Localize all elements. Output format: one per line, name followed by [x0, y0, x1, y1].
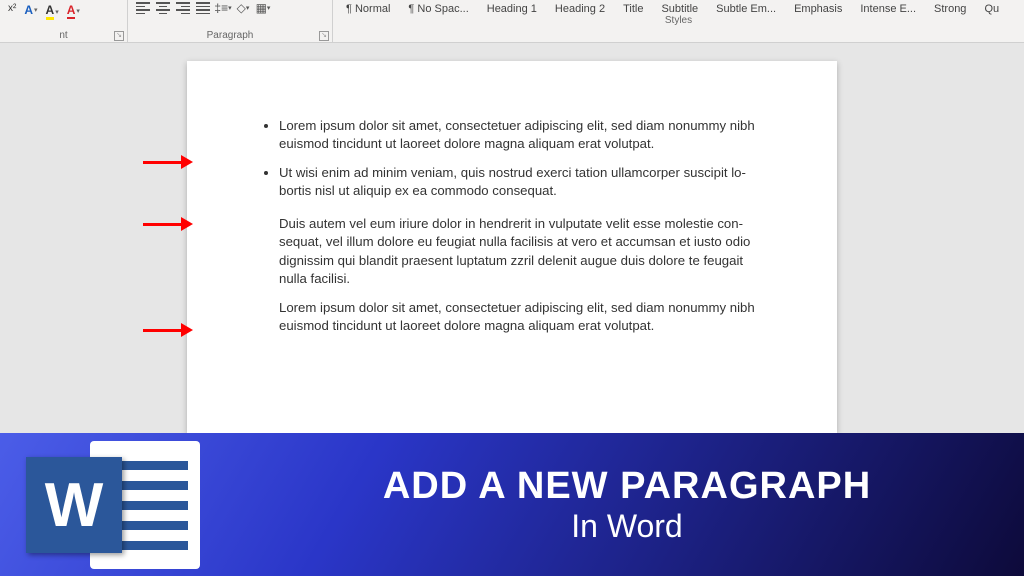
style-intense-emphasis[interactable]: Intense E... [851, 3, 925, 15]
style-no-spacing[interactable]: ¶ No Spac... [399, 3, 477, 15]
style-subtle-emphasis[interactable]: Subtle Em... [707, 3, 785, 15]
banner-title: ADD A NEW PARAGRAPH [230, 465, 1024, 508]
annotation-arrow-icon [143, 323, 193, 337]
ribbon-group-paragraph: ‡≡▾ ◇▾ ▦▾ Paragraph ↘ [128, 0, 333, 43]
styles-group-label: Styles [333, 15, 1024, 28]
banner-text: ADD A NEW PARAGRAPH In Word [230, 465, 1024, 545]
bulleted-list: Lorem ipsum dolor sit amet, consectetuer… [257, 117, 767, 201]
align-left-button[interactable] [134, 0, 152, 16]
font-color-button[interactable]: A▾ [65, 2, 82, 20]
line-spacing-button[interactable]: ‡≡▾ [214, 0, 232, 16]
page[interactable]: Lorem ipsum dolor sit amet, consectetuer… [187, 61, 837, 433]
font-group-label: nt ↘ [0, 30, 127, 43]
style-emphasis[interactable]: Emphasis [785, 3, 851, 15]
paragraph-text[interactable]: Lorem ipsum dolor sit amet, consectetuer… [279, 299, 767, 336]
align-center-button[interactable] [154, 0, 172, 16]
style-title[interactable]: Title [614, 3, 652, 15]
word-logo-icon: W [0, 433, 230, 576]
paragraph-text[interactable]: Duis autem vel eum iriure dolor in hendr… [279, 215, 767, 289]
style-quote[interactable]: Qu [975, 3, 1008, 15]
highlight-button[interactable]: A▾ [44, 2, 61, 21]
align-right-button[interactable] [174, 0, 192, 16]
ribbon-group-styles: ¶ Normal ¶ No Spac... Heading 1 Heading … [333, 0, 1024, 43]
style-normal[interactable]: ¶ Normal [337, 3, 399, 15]
style-strong[interactable]: Strong [925, 3, 975, 15]
align-justify-button[interactable] [194, 0, 212, 16]
document-workspace: Lorem ipsum dolor sit amet, consectetuer… [0, 43, 1024, 433]
borders-button[interactable]: ▦▾ [254, 0, 272, 16]
paragraph-dialog-launcher[interactable]: ↘ [319, 31, 329, 41]
superscript-button[interactable]: x² [6, 2, 18, 15]
ribbon-group-font: x² A▾ A▾ A▾ nt ↘ [0, 0, 128, 43]
banner-subtitle: In Word [230, 508, 1024, 545]
list-item[interactable]: Lorem ipsum dolor sit amet, consectetuer… [279, 117, 767, 154]
word-logo-w-icon: W [26, 457, 122, 553]
paragraph-group-label: Paragraph ↘ [128, 30, 332, 43]
styles-gallery: ¶ Normal ¶ No Spac... Heading 1 Heading … [333, 0, 1024, 15]
style-subtitle[interactable]: Subtitle [652, 3, 707, 15]
tutorial-banner: W ADD A NEW PARAGRAPH In Word [0, 433, 1024, 576]
list-item[interactable]: Ut wisi enim ad minim veniam, quis nostr… [279, 164, 767, 201]
style-heading2[interactable]: Heading 2 [546, 3, 614, 15]
shading-button[interactable]: ◇▾ [234, 0, 252, 16]
style-heading1[interactable]: Heading 1 [478, 3, 546, 15]
ribbon: x² A▾ A▾ A▾ nt ↘ ‡≡▾ ◇▾ ▦▾ Paragraph ↘ [0, 0, 1024, 43]
font-dialog-launcher[interactable]: ↘ [114, 31, 124, 41]
annotation-arrow-icon [143, 217, 193, 231]
annotation-arrow-icon [143, 155, 193, 169]
text-effects-button[interactable]: A▾ [22, 2, 39, 18]
